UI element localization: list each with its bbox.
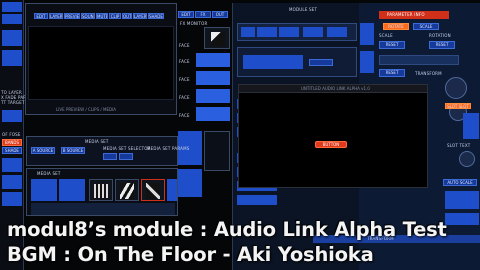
- module-slot-2[interactable]: [257, 27, 277, 37]
- media-strip: MEDIA SET: [26, 168, 178, 216]
- tab-rotate[interactable]: ROTATE: [383, 23, 409, 30]
- fx-slot-5[interactable]: [196, 107, 230, 121]
- left-tab-8[interactable]: [2, 192, 22, 206]
- left-tab-1[interactable]: [2, 2, 22, 12]
- bands-button[interactable]: BANDS: [2, 139, 22, 146]
- module-slot-3[interactable]: [279, 27, 299, 37]
- tab-clip[interactable]: CLIP: [109, 13, 121, 19]
- modal-button[interactable]: BUTTON: [315, 141, 347, 148]
- fx-thumb-1[interactable]: [204, 27, 230, 49]
- slot-text-label: SLOT TEXT: [447, 143, 471, 148]
- param-block-3[interactable]: [463, 113, 479, 139]
- face-label-5: FACE: [179, 113, 190, 118]
- param-block-1[interactable]: [360, 23, 374, 45]
- mid-column: EDIT FX OUT FX MONITOR FACE FACE FACE FA…: [178, 3, 232, 203]
- a-source-button[interactable]: A SOURCE: [31, 147, 55, 154]
- selector-btn-1[interactable]: [103, 153, 117, 160]
- param-header: PARAMETER INFO: [379, 11, 449, 19]
- media-selector-label: MEDIA SET SELECTOR: [103, 146, 151, 151]
- left-tab-2[interactable]: [2, 14, 22, 24]
- module-slot-4[interactable]: [303, 27, 323, 37]
- tab-mute[interactable]: MUTE: [96, 13, 108, 19]
- mid-out-button[interactable]: OUT: [212, 11, 228, 18]
- fx-slot-3[interactable]: [196, 71, 230, 85]
- media-slot-4[interactable]: [115, 179, 139, 201]
- layer-label-3: TT TARGET: [1, 100, 25, 105]
- face-label-3: FACE: [179, 77, 190, 82]
- param-header-label: PARAMETER INFO: [387, 12, 425, 17]
- mid-edit-button[interactable]: EDIT: [178, 11, 194, 18]
- mid-fx-button[interactable]: FX: [195, 11, 211, 18]
- tab-shader[interactable]: SHADER: [148, 13, 164, 19]
- scale-label: SCALE: [379, 33, 393, 38]
- media-strip-title: MEDIA SET: [37, 171, 61, 176]
- param-field-1[interactable]: [379, 55, 459, 65]
- media-window: MEDIA SET A SOURCE B SOURCE MEDIA SET SE…: [26, 136, 189, 166]
- module-slot-1[interactable]: [241, 27, 255, 37]
- media-slot-1[interactable]: [31, 179, 57, 201]
- param-knob-3[interactable]: [459, 151, 475, 167]
- fx-slot-4[interactable]: [196, 89, 230, 103]
- of-fose-label: OF FOSE: [2, 132, 21, 137]
- media-params-label: MEDIA SET PARAMS: [147, 146, 190, 151]
- auto-scale-button[interactable]: AUTO SCALE: [443, 179, 477, 186]
- left-tab-6[interactable]: [2, 158, 22, 172]
- tab-preview[interactable]: PREVIEW: [64, 13, 80, 19]
- tab-layer-2[interactable]: LAYER: [133, 13, 147, 19]
- fx-monitor-label: FX MONITOR: [180, 21, 208, 26]
- left-tab-5[interactable]: [2, 110, 22, 122]
- media-slot-5[interactable]: [141, 179, 165, 201]
- rotation-label: ROTATION: [429, 33, 451, 38]
- face-label-4: FACE: [179, 95, 190, 100]
- reset-button-2[interactable]: RESET: [429, 41, 455, 49]
- module-slot-5[interactable]: [327, 27, 347, 37]
- caption-line-2: BGM : On The Floor - Aki Yoshioka: [7, 243, 374, 266]
- param-knob-1[interactable]: [445, 77, 467, 99]
- left-tab-3[interactable]: [2, 30, 22, 46]
- selector-btn-2[interactable]: [119, 153, 133, 160]
- modal-title: UNTITLED AUDIO LINK ALPHA v1.0: [301, 86, 370, 91]
- face-label-1: FACE: [179, 43, 190, 48]
- tab-out[interactable]: OUT: [122, 13, 132, 19]
- media-slot-2[interactable]: [59, 179, 85, 201]
- tab-layer[interactable]: LAYER: [49, 13, 63, 19]
- param-block-2[interactable]: [360, 51, 374, 73]
- mid-block-2[interactable]: [178, 169, 202, 197]
- tab-scale[interactable]: SCALE: [413, 23, 439, 30]
- param-block-5[interactable]: [445, 213, 479, 225]
- media-slot-3[interactable]: [89, 179, 113, 201]
- shade-button[interactable]: SHADE: [2, 147, 22, 154]
- left-tab-4[interactable]: [2, 50, 22, 66]
- reset-button-1[interactable]: RESET: [379, 41, 405, 49]
- face-label-2: FACE: [179, 59, 190, 64]
- module-set-title: MODULE SET: [289, 7, 318, 12]
- param-block-4[interactable]: [445, 191, 479, 209]
- tab-edit[interactable]: EDIT: [34, 13, 48, 19]
- layer-labels: TO LAYER X FADE PARK TT TARGET: [1, 90, 29, 105]
- slot-button[interactable]: SLOT SLOT: [445, 103, 471, 109]
- media-strip-row2: [31, 203, 175, 215]
- media-slot-6[interactable]: [167, 179, 177, 201]
- preview-panel: EDIT LAYER PREVIEW SOUND MUTE CLIP OUT L…: [25, 3, 177, 115]
- preview-footer: LIVE PREVIEW / CLIPS / MEDIA: [56, 107, 116, 112]
- fx-slot-2[interactable]: [196, 53, 230, 67]
- tab-sound[interactable]: SOUND: [81, 13, 95, 19]
- mid-info: [204, 131, 230, 171]
- b-source-button[interactable]: B SOURCE: [61, 147, 85, 154]
- preview-tabs: EDIT LAYER PREVIEW SOUND MUTE CLIP OUT L…: [34, 13, 174, 23]
- media-window-title: MEDIA SET: [85, 139, 109, 144]
- module-small-btn[interactable]: [309, 59, 333, 66]
- preview-screen: [28, 26, 174, 100]
- module-wide-slot[interactable]: [243, 55, 303, 69]
- module-lower-7[interactable]: [237, 195, 277, 205]
- left-tab-7[interactable]: [2, 175, 22, 189]
- reset-button-3[interactable]: RESET: [379, 69, 405, 77]
- audio-link-modal: UNTITLED AUDIO LINK ALPHA v1.0 BUTTON: [238, 84, 428, 188]
- transform-label: TRANSFORM: [415, 71, 442, 76]
- caption-line-1: modul8’s module : Audio Link Alpha Test: [7, 218, 447, 241]
- modal-titlebar: UNTITLED AUDIO LINK ALPHA v1.0: [239, 85, 427, 93]
